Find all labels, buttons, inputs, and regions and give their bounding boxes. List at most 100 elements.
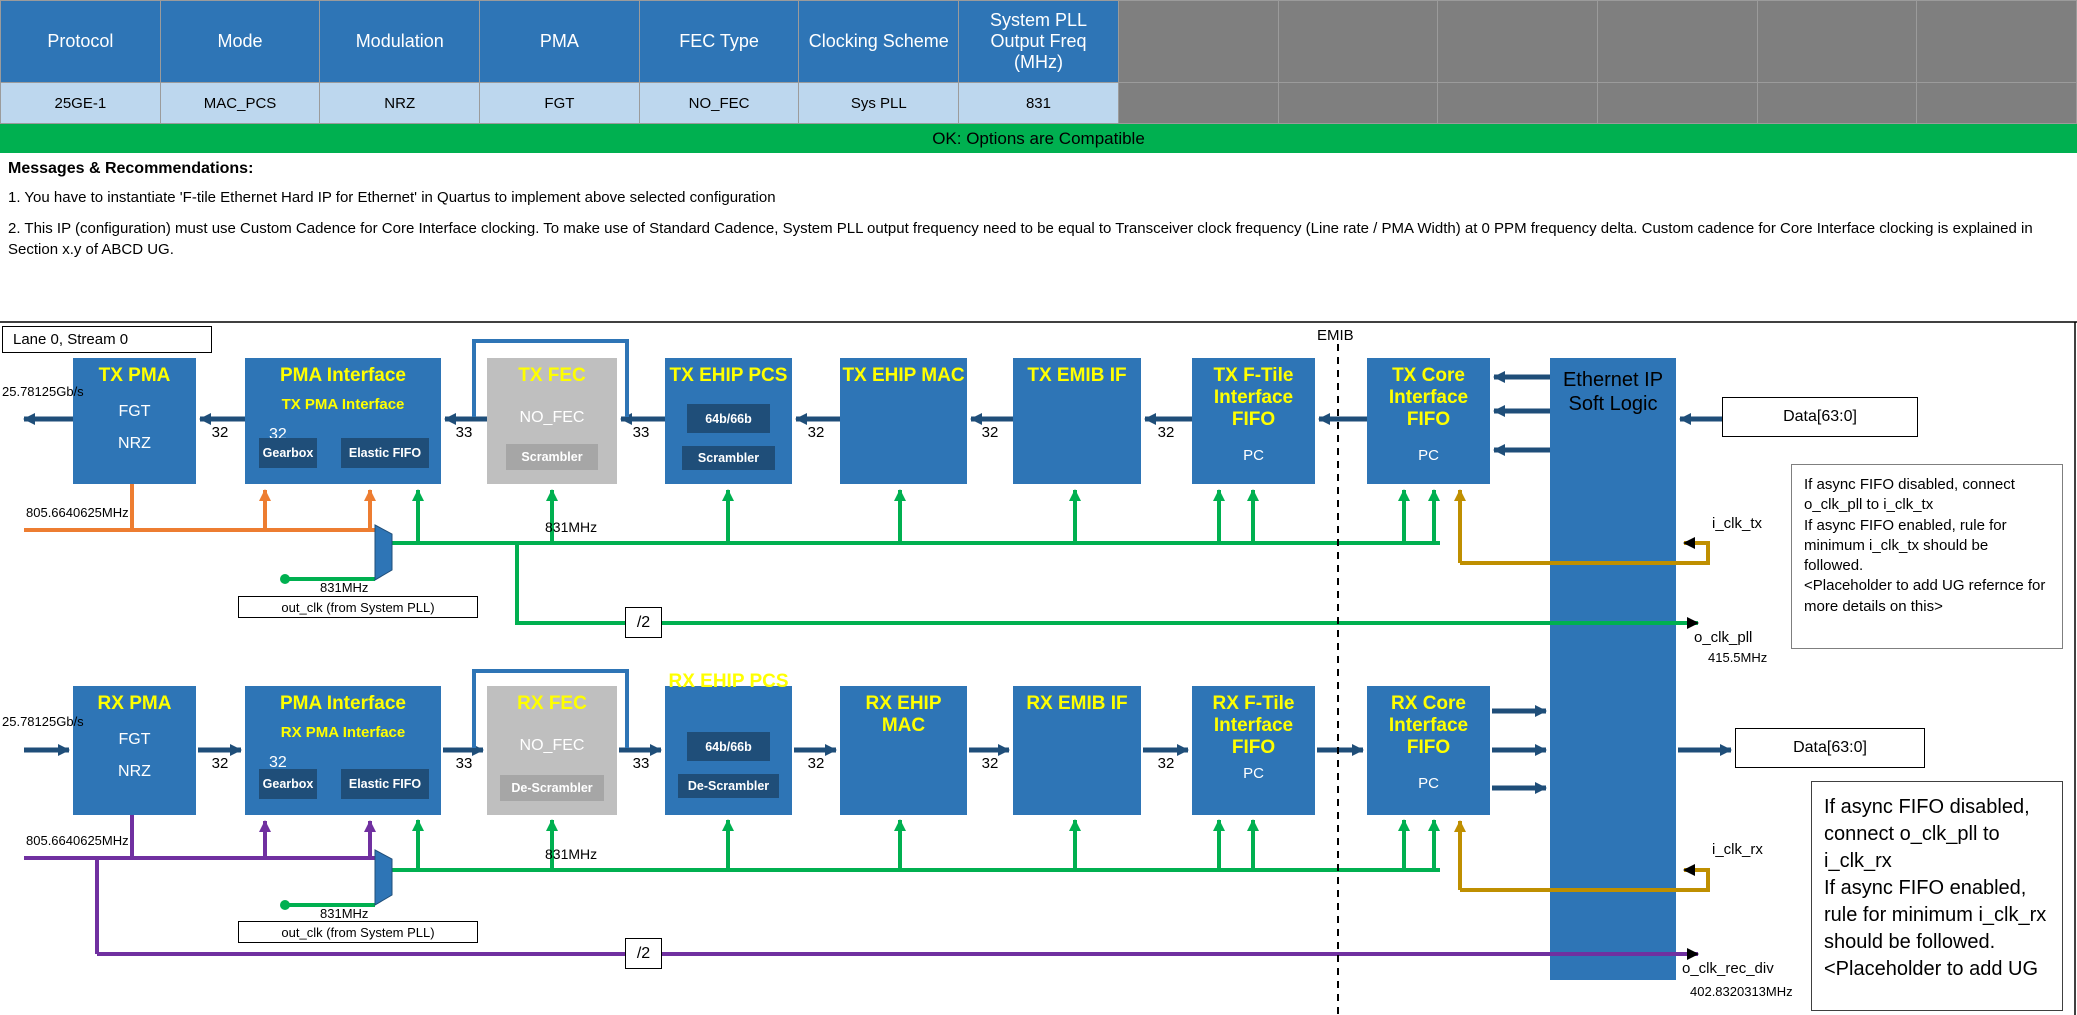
message-item-2: 2. This IP (configuration) must use Cust… <box>8 218 2067 260</box>
rx-width-3: 33 <box>626 755 656 772</box>
modulation-value-cell[interactable]: NRZ <box>320 83 480 124</box>
rx-ftile-fifo-title: RX F-Tile Interface FIFO <box>1192 686 1315 759</box>
tx-64b66b-subblock: 64b/66b <box>687 404 770 433</box>
rx-width-5: 32 <box>975 755 1005 772</box>
rx-pcs-descrambler-subblock: De-Scrambler <box>678 774 779 798</box>
tx-data-bus-box: Data[63:0] <box>1722 397 1918 437</box>
rx-pma-interface-subtitle: RX PMA Interface <box>245 715 441 741</box>
rx-sysclk-tap-dot <box>280 900 290 910</box>
tx-fec-block: TX FEC NO_FEC Scrambler <box>487 358 617 484</box>
rx-ehip-pcs-block: RX EHIP PCS 64b/66b De-Scrambler <box>665 686 792 815</box>
empty-header-cell <box>1118 1 1278 83</box>
rx-async-fifo-note: If async FIFO disabled, connect o_clk_pl… <box>1811 781 2063 1011</box>
tx-elastic-fifo-label: Elastic FIFO <box>349 446 421 460</box>
clocking-scheme-value-cell[interactable]: Sys PLL <box>799 83 959 124</box>
tx-64b66b-label: 64b/66b <box>705 412 752 426</box>
rx-width-4: 32 <box>801 755 831 772</box>
tx-width-2: 33 <box>449 424 479 441</box>
rx-core-interface-fifo-block: RX Core Interface FIFO PC <box>1367 686 1490 815</box>
rx-sysclk-freq-label: 831MHz <box>545 846 597 862</box>
syspll-freq-value-cell[interactable]: 831 <box>959 83 1119 124</box>
rx-pma-interface-title: PMA Interface <box>245 686 441 715</box>
rx-gearbox-label: Gearbox <box>263 777 314 791</box>
protocol-value-cell[interactable]: 25GE-1 <box>1 83 161 124</box>
tx-ehip-pcs-title: TX EHIP PCS <box>665 358 792 387</box>
pma-value-cell[interactable]: FGT <box>480 83 640 124</box>
lane-stream-label-box: Lane 0, Stream 0 <box>2 326 212 353</box>
empty-cell <box>1118 83 1278 124</box>
tx-pma-title: TX PMA <box>73 358 196 387</box>
col-protocol: Protocol <box>1 1 161 83</box>
compatibility-status-bar: OK: Options are Compatible <box>0 124 2077 153</box>
rx-pcs-descrambler-label: De-Scrambler <box>688 779 769 793</box>
rx-ehip-mac-block: RX EHIP MAC <box>840 686 967 815</box>
ethernet-ip-soft-logic-title: Ethernet IP Soft Logic <box>1550 358 1676 416</box>
tx-out-clk-box: out_clk (from System PLL) <box>238 596 478 618</box>
rx-pma-clk-freq-label: 805.6640625MHz <box>26 833 129 848</box>
rx-width-6: 32 <box>1151 755 1181 772</box>
messages-title: Messages & Recommendations: <box>8 160 2067 178</box>
empty-cell <box>1438 83 1598 124</box>
fec-type-value-cell[interactable]: NO_FEC <box>639 83 799 124</box>
empty-cell <box>1917 83 2077 124</box>
tx-ftile-fifo-mode: PC <box>1192 431 1315 464</box>
rx-pma-block: RX PMA FGT NRZ <box>73 686 196 815</box>
config-table-header-row: Protocol Mode Modulation PMA FEC Type Cl… <box>1 1 2077 83</box>
rx-sysclk-lines <box>285 820 1440 905</box>
tx-core-fifo-title: TX Core Interface FIFO <box>1367 358 1490 431</box>
tx-sysclk-tap-dot <box>280 574 290 584</box>
rx-fec-title: RX FEC <box>487 686 617 715</box>
rx-out-clk-box: out_clk (from System PLL) <box>238 921 478 943</box>
tx-pcs-scrambler-subblock: Scrambler <box>682 446 775 470</box>
o-clk-rec-div-label: o_clk_rec_div <box>1682 960 1774 977</box>
col-mode: Mode <box>160 1 320 83</box>
tx-div2-box: /2 <box>625 607 662 638</box>
col-syspll-freq: System PLL Output Freq (MHz) <box>959 1 1119 83</box>
rx-elastic-fifo-subblock: Elastic FIFO <box>341 769 429 799</box>
col-pma: PMA <box>480 1 640 83</box>
rx-data-bus-label: Data[63:0] <box>1793 739 1867 757</box>
rx-fec-descrambler-label: De-Scrambler <box>511 781 592 795</box>
rx-ftile-interface-fifo-block: RX F-Tile Interface FIFO PC <box>1192 686 1315 815</box>
tx-pma-modulation: NRZ <box>73 421 196 453</box>
rx-width-2: 33 <box>449 755 479 772</box>
rx-width-1: 32 <box>205 755 235 772</box>
tx-width-6: 32 <box>1151 424 1181 441</box>
messages-section: Messages & Recommendations: 1. You have … <box>0 153 2077 260</box>
tx-clock-mux-icon <box>375 525 392 580</box>
o-clk-pll-freq-label: 415.5MHz <box>1708 650 1767 665</box>
rx-gearbox-subblock: Gearbox <box>259 769 317 799</box>
tx-fec-scrambler-label: Scrambler <box>521 450 582 464</box>
rx-mux-clk-freq-label: 831MHz <box>320 906 368 921</box>
tx-data-bus-label: Data[63:0] <box>1783 408 1857 426</box>
o-clk-pll-label: o_clk_pll <box>1694 629 1752 646</box>
tx-ehip-mac-title: TX EHIP MAC <box>840 358 967 387</box>
tx-pma-pma-type: FGT <box>73 387 196 421</box>
i-clk-tx-label: i_clk_tx <box>1712 515 1762 532</box>
rx-div2-box: /2 <box>625 938 662 969</box>
empty-header-cell <box>1278 1 1438 83</box>
col-fec-type: FEC Type <box>639 1 799 83</box>
lane-stream-label: Lane 0, Stream 0 <box>13 331 128 348</box>
tx-width-5: 32 <box>975 424 1005 441</box>
mode-value-cell[interactable]: MAC_PCS <box>160 83 320 124</box>
tx-width-1: 32 <box>205 424 235 441</box>
tx-mux-clk-freq-label: 831MHz <box>320 580 368 595</box>
rx-pma-title: RX PMA <box>73 686 196 715</box>
tx-pma-interface-subtitle: TX PMA Interface <box>245 387 441 413</box>
tx-pma-block: TX PMA FGT NRZ <box>73 358 196 484</box>
rx-elastic-fifo-label: Elastic FIFO <box>349 777 421 791</box>
tx-pma-interface-title: PMA Interface <box>245 358 441 387</box>
empty-cell <box>1757 83 1917 124</box>
col-clocking-scheme: Clocking Scheme <box>799 1 959 83</box>
rx-fec-descrambler-subblock: De-Scrambler <box>500 775 604 801</box>
rx-div2-label: /2 <box>637 945 650 963</box>
tx-emib-if-title: TX EMIB IF <box>1013 358 1141 387</box>
emib-label: EMIB <box>1317 327 1354 344</box>
rx-fec-block: RX FEC NO_FEC De-Scrambler <box>487 686 617 815</box>
rx-emib-if-title: RX EMIB IF <box>1013 686 1141 715</box>
tx-sysclk-freq-label: 831MHz <box>545 519 597 535</box>
rx-pma-modulation: NRZ <box>73 749 196 781</box>
col-modulation: Modulation <box>320 1 480 83</box>
rx-emib-if-block: RX EMIB IF <box>1013 686 1141 815</box>
